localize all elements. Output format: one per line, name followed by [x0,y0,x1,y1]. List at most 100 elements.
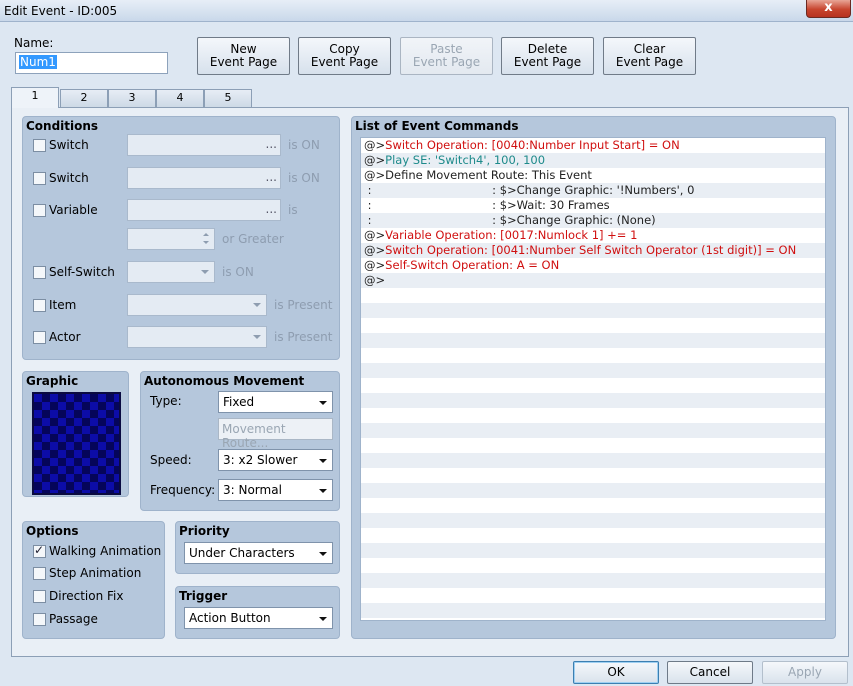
command-row-empty [361,498,825,513]
switch1-browse: ... [265,137,277,151]
command-prefix: : [364,213,372,227]
command-prefix: : [364,198,372,212]
variable-value-stepper[interactable] [127,228,215,250]
speed-select[interactable]: 3: x2 Slower [218,449,333,471]
autonomous-movement-group: Autonomous Movement Type: Fixed Movement… [140,371,340,511]
command-prefix: @> [364,228,386,242]
switch1-suffix: is ON [288,138,320,152]
tab-3[interactable]: 3 [108,89,156,107]
switch1-label: Switch [49,138,89,152]
command-prefix: @> [364,138,386,152]
self-switch-select[interactable] [127,261,215,283]
command-row-empty [361,558,825,573]
speed-label: Speed: [150,453,192,467]
switch2-field[interactable]: ... [127,167,281,189]
walking-animation-checkbox[interactable] [33,543,46,558]
or-greater-label: or Greater [222,232,284,246]
passage-checkbox[interactable] [33,613,46,626]
actor-suffix: is Present [274,330,333,344]
variable-field[interactable]: ... [127,199,281,221]
actor-label: Actor [49,330,81,344]
trigger-select[interactable]: Action Button [184,607,333,629]
command-row[interactable]: @>Play SE: 'Switch4', 100, 100 [361,153,825,168]
actor-select[interactable] [127,326,267,348]
step-animation-checkbox[interactable] [33,567,46,580]
chevron-down-icon [319,401,327,405]
direction-fix-checkbox[interactable] [33,590,46,603]
command-prefix: : [364,183,372,197]
switch2-label: Switch [49,171,89,185]
tab-5[interactable]: 5 [204,89,252,107]
actor-checkbox[interactable] [33,331,46,344]
tab-1[interactable]: 1 [11,87,59,108]
self-switch-checkbox[interactable] [33,266,46,279]
chevron-down-icon [319,552,327,556]
command-row[interactable]: : : $>Wait: 30 Frames [361,198,825,213]
priority-title: Priority [179,524,230,538]
type-select[interactable]: Fixed [218,391,333,413]
speed-value: 3: x2 Slower [223,453,298,467]
self-switch-suffix: is ON [222,265,254,279]
variable-label: Variable [49,203,98,217]
tab-2[interactable]: 2 [60,89,108,107]
chevron-down-icon [319,459,327,463]
command-prefix: @> [364,153,386,167]
name-value: Num1 [19,55,57,69]
ok-button[interactable]: OK [573,661,659,684]
chevron-down-icon [253,303,261,307]
switch1-field[interactable]: ... [127,134,281,156]
close-button[interactable]: x [806,0,851,18]
frequency-select[interactable]: 3: Normal [218,479,333,501]
command-row-empty [361,408,825,423]
paste-event-page-button[interactable]: Paste Event Page [400,37,493,75]
passage-label: Passage [49,612,98,626]
chevron-down-icon [319,489,327,493]
item-checkbox[interactable] [33,299,46,312]
movement-route-button[interactable]: Movement Route... [218,418,333,450]
apply-button[interactable]: Apply [762,661,848,684]
command-row[interactable]: @>Define Movement Route: This Event [361,168,825,183]
trigger-title: Trigger [179,589,228,603]
stepper-down-icon[interactable] [203,241,209,244]
command-text: Switch Operation: [0040:Number Input Sta… [385,138,680,152]
command-row[interactable]: @>Switch Operation: [0041:Number Self Sw… [361,243,825,258]
name-input[interactable]: Num1 [15,52,168,74]
stepper-up-icon[interactable] [203,233,209,236]
command-row[interactable]: @> [361,273,825,288]
new-event-page-button[interactable]: New Event Page [197,37,290,75]
delete-event-page-button[interactable]: Delete Event Page [501,37,594,75]
switch2-suffix: is ON [288,171,320,185]
command-row-empty [361,513,825,528]
tab-4[interactable]: 4 [156,89,204,107]
command-row-empty [361,438,825,453]
command-row[interactable]: @>Variable Operation: [0017:Numlock 1] +… [361,228,825,243]
command-row[interactable]: @>Switch Operation: [0040:Number Input S… [361,138,825,153]
command-text: Self-Switch Operation: A = ON [385,258,560,272]
command-prefix: @> [364,243,386,257]
priority-value: Under Characters [189,546,295,560]
command-text: : $>Wait: 30 Frames [371,198,610,212]
command-row[interactable]: @>Self-Switch Operation: A = ON [361,258,825,273]
command-row-empty [361,468,825,483]
command-row[interactable]: : : $>Change Graphic: '!Numbers', 0 [361,183,825,198]
command-row[interactable]: : : $>Change Graphic: (None) [361,213,825,228]
event-commands-list[interactable]: @>Switch Operation: [0040:Number Input S… [360,137,826,621]
switch2-checkbox[interactable] [33,172,46,185]
command-row-empty [361,528,825,543]
priority-select[interactable]: Under Characters [184,542,333,564]
clear-event-page-button[interactable]: Clear Event Page [603,37,696,75]
command-row-empty [361,333,825,348]
switch1-checkbox[interactable] [33,139,46,152]
chevron-down-icon [201,270,209,274]
variable-suffix: is [288,203,298,217]
chevron-down-icon [319,617,327,621]
step-animation-label: Step Animation [49,566,142,580]
command-prefix: @> [364,258,386,272]
variable-checkbox[interactable] [33,204,46,217]
copy-event-page-button[interactable]: Copy Event Page [298,37,391,75]
priority-group: Priority Under Characters [175,521,340,574]
command-row-empty [361,543,825,558]
graphic-preview[interactable] [32,392,121,495]
item-select[interactable] [127,294,267,316]
cancel-button[interactable]: Cancel [667,661,753,684]
